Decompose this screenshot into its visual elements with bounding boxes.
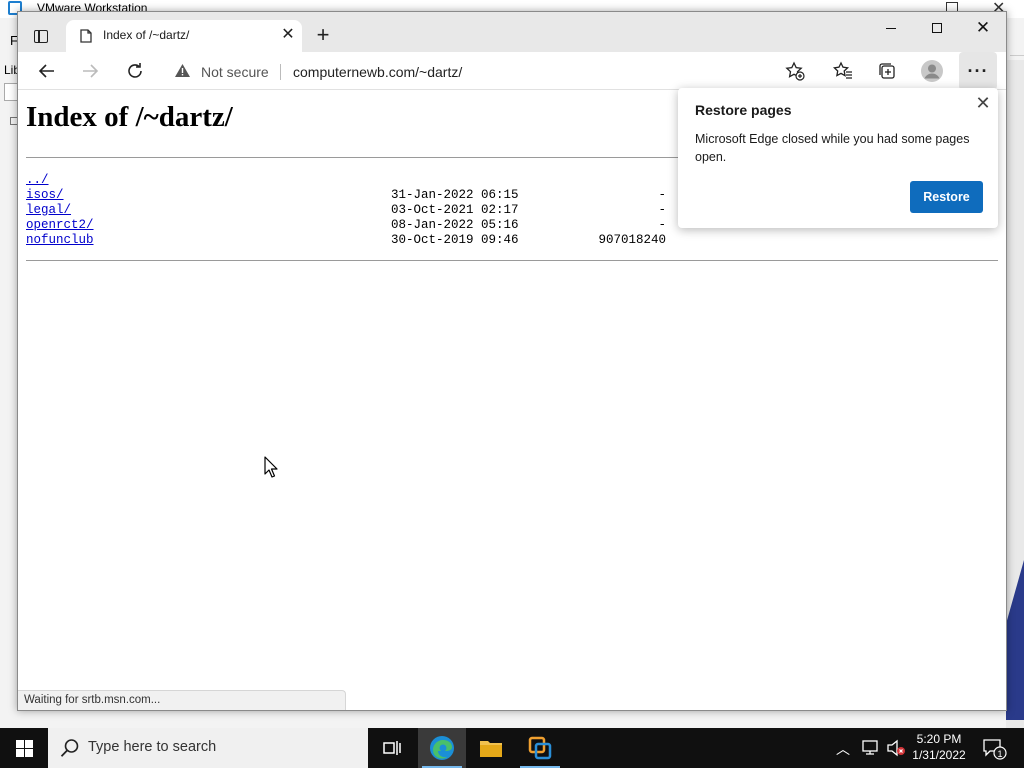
entry-size: -	[658, 203, 666, 217]
new-tab-button[interactable]: +	[310, 24, 336, 50]
taskbar-search-box[interactable]: Type here to search	[48, 728, 368, 768]
refresh-icon	[128, 63, 142, 78]
task-view-button[interactable]	[368, 728, 416, 768]
entry-date: 31-Jan-2022 06:15	[391, 188, 519, 202]
tab-actions-icon	[34, 29, 48, 43]
vmware-icon	[528, 736, 552, 760]
folder-icon	[480, 741, 502, 757]
popup-close-icon[interactable]: ✕	[974, 94, 992, 112]
dir-link-openrct2[interactable]: openrct2/	[26, 218, 94, 232]
list-item: ../	[26, 173, 666, 188]
directory-listing: ../ isos/ 31-Jan-2022 06:15 - legal/ 03-…	[26, 173, 666, 248]
entry-size: -	[658, 218, 666, 232]
start-button[interactable]	[0, 728, 48, 768]
status-bar: Waiting for srtb.msn.com...	[18, 690, 346, 710]
entry-size: -	[658, 188, 666, 202]
mouse-cursor-icon	[264, 456, 278, 478]
list-item: openrct2/ 08-Jan-2022 05:16 -	[26, 218, 666, 233]
collections-icon	[879, 63, 895, 79]
popup-message: Microsoft Edge closed while you had some…	[695, 132, 970, 164]
edge-icon	[430, 736, 454, 760]
restore-button[interactable]: Restore	[910, 181, 983, 213]
search-icon	[60, 739, 79, 757]
clock-date: 1/31/2022	[912, 748, 966, 762]
maximize-button[interactable]	[914, 14, 960, 42]
forward-button[interactable]	[74, 55, 106, 87]
taskbar-vmware-button[interactable]	[516, 728, 564, 768]
windows-logo-icon	[15, 739, 33, 757]
back-arrow-icon	[38, 64, 54, 78]
entry-date: 30-Oct-2019 09:46	[391, 233, 519, 247]
tab-close-icon[interactable]: ✕	[278, 25, 298, 45]
window-close-button[interactable]: ✕	[960, 14, 1006, 42]
avatar-icon	[921, 60, 943, 82]
notification-count: 1	[997, 749, 1002, 759]
notification-center-icon[interactable]: 1	[982, 738, 1008, 760]
entry-date: 03-Oct-2021 02:17	[391, 203, 519, 217]
network-icon[interactable]	[861, 740, 879, 756]
security-status-label[interactable]: Not secure	[201, 64, 269, 80]
back-button[interactable]	[31, 55, 63, 87]
address-divider	[280, 64, 281, 80]
taskbar-clock[interactable]: 5:20 PM 1/31/2022	[904, 731, 974, 763]
edge-window: Index of /~dartz/ ✕ + ✕ Not secure compu…	[17, 11, 1007, 711]
favorites-button[interactable]	[827, 55, 859, 87]
minimize-button[interactable]	[868, 14, 914, 42]
list-item: nofunclub 30-Oct-2019 09:46 907018240	[26, 233, 666, 248]
vmware-library-search[interactable]	[4, 83, 18, 101]
url-text[interactable]: computernewb.com/~dartz/	[293, 64, 462, 80]
file-link-nofunclub[interactable]: nofunclub	[26, 233, 94, 247]
volume-muted-icon[interactable]	[886, 739, 906, 757]
list-item: isos/ 31-Jan-2022 06:15 -	[26, 188, 666, 203]
tab-title: Index of /~dartz/	[103, 28, 190, 42]
tab-active[interactable]: Index of /~dartz/ ✕	[66, 20, 302, 52]
popup-title: Restore pages	[695, 102, 792, 118]
minimize-icon	[886, 27, 896, 29]
address-toolbar: Not secure computernewb.com/~dartz/ ···	[18, 52, 1006, 90]
page-favicon-icon	[80, 29, 92, 43]
add-favorite-button[interactable]	[779, 55, 811, 87]
restore-pages-popup: Restore pages ✕ Microsoft Edge closed wh…	[678, 88, 998, 228]
dir-link-parent[interactable]: ../	[26, 173, 49, 187]
tab-strip: Index of /~dartz/ ✕ + ✕	[18, 12, 1006, 52]
warning-triangle-icon[interactable]	[174, 63, 191, 78]
maximize-icon	[932, 23, 942, 33]
star-add-icon	[785, 61, 805, 81]
favorites-icon	[833, 61, 852, 79]
task-view-icon	[383, 741, 401, 755]
dir-link-legal[interactable]: legal/	[26, 203, 71, 217]
profile-button[interactable]	[916, 55, 948, 87]
forward-arrow-icon	[83, 64, 99, 78]
search-placeholder: Type here to search	[88, 739, 217, 755]
list-item: legal/ 03-Oct-2021 02:17 -	[26, 203, 666, 218]
entry-size: 907018240	[598, 233, 666, 247]
taskbar-file-explorer-button[interactable]	[467, 728, 515, 768]
taskbar: Type here to search ︿ 5:20 PM 1/31/2022 …	[0, 728, 1024, 768]
tab-actions-button[interactable]	[26, 21, 56, 51]
refresh-button[interactable]	[119, 55, 151, 87]
taskbar-edge-button[interactable]	[418, 728, 466, 768]
page-title: Index of /~dartz/	[26, 101, 233, 133]
tray-overflow-icon[interactable]: ︿	[836, 739, 850, 759]
vmware-divider	[1010, 55, 1024, 56]
collections-button[interactable]	[871, 55, 903, 87]
settings-more-button[interactable]: ···	[959, 52, 997, 90]
clock-time: 5:20 PM	[916, 732, 962, 746]
entry-date: 08-Jan-2022 05:16	[391, 218, 519, 232]
divider	[26, 260, 998, 261]
dir-link-isos[interactable]: isos/	[26, 188, 64, 202]
